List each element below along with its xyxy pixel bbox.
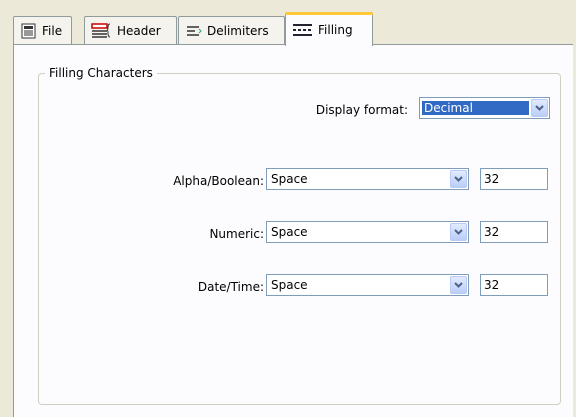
numeric-value: Space	[271, 225, 308, 239]
delimiters-icon	[185, 23, 203, 39]
display-format-label: Display format:	[315, 103, 408, 117]
tab-file[interactable]: File	[13, 16, 72, 45]
tab-label: Filling	[318, 22, 353, 37]
tab-delimiters[interactable]: Delimiters	[178, 16, 285, 45]
tab-panel-filling: Filling Characters Display format: Decim…	[13, 44, 573, 417]
alpha-boolean-code-input[interactable]: 32	[480, 168, 548, 190]
chevron-down-icon[interactable]	[450, 276, 467, 294]
display-format-select[interactable]: Decimal	[419, 97, 550, 119]
numeric-select[interactable]: Space	[266, 221, 469, 243]
group-title: Filling Characters	[49, 66, 153, 80]
alpha-boolean-value: Space	[271, 172, 308, 186]
date-time-select[interactable]: Space	[266, 274, 469, 296]
alpha-boolean-label: Alpha/Boolean:	[173, 174, 264, 188]
file-icon	[20, 23, 38, 39]
alpha-boolean-select[interactable]: Space	[266, 168, 469, 190]
chevron-down-icon[interactable]	[450, 223, 467, 241]
tab-label: File	[42, 24, 63, 38]
date-time-label: Date/Time:	[197, 280, 264, 294]
tab-label: Delimiters	[207, 24, 269, 38]
numeric-code-input[interactable]: 32	[480, 221, 548, 243]
chevron-down-icon[interactable]	[531, 99, 548, 117]
display-format-value: Decimal	[422, 101, 529, 115]
tab-header[interactable]: Header	[84, 16, 177, 45]
numeric-label: Numeric:	[209, 227, 264, 241]
tab-label: Header	[117, 24, 161, 38]
filling-icon	[292, 22, 314, 38]
date-time-code-input[interactable]: 32	[480, 274, 548, 296]
date-time-value: Space	[271, 278, 308, 292]
tab-filling[interactable]: Filling	[285, 12, 373, 46]
chevron-down-icon[interactable]	[450, 170, 467, 188]
header-icon	[91, 23, 113, 39]
